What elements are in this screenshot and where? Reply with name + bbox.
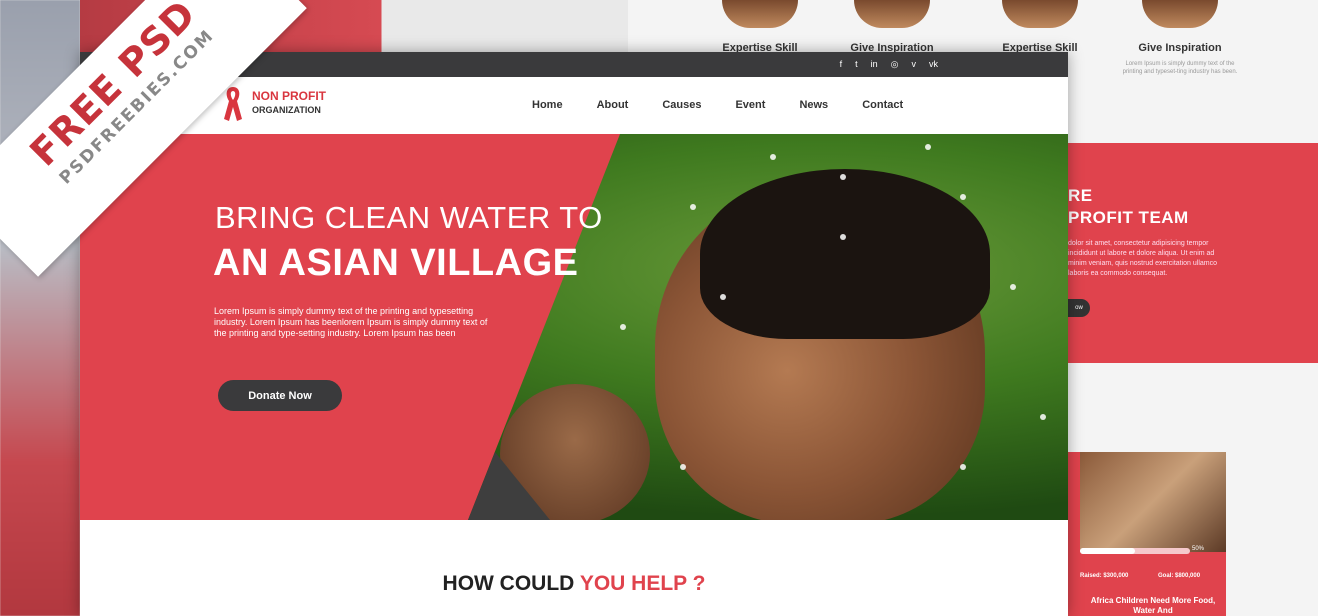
water-drop [840,174,846,180]
cause-photo [1080,452,1226,552]
water-drop [960,464,966,470]
team-section: RE PROFIT TEAM dolor sit amet, consectetu… [1068,143,1318,363]
water-drop [620,324,626,330]
twitter-icon[interactable]: t [855,58,858,70]
team-heading: RE PROFIT TEAM [1068,185,1189,229]
water-drop [680,464,686,470]
cause-raised: Raised: $300,000 [1080,573,1129,579]
facebook-icon[interactable]: f [840,58,843,70]
hero-description: Lorem Ipsum is simply dummy text of the … [214,306,488,338]
skill-item: Give Inspiration Lorem Ipsum is simply d… [1120,0,1240,76]
team-heading-line2: PROFIT TEAM [1068,208,1189,227]
cause-progress-bar [1080,548,1190,554]
skill-title: Give Inspiration [1138,42,1222,54]
help-heading-part1: HOW COULD [442,572,580,595]
skill-item: Expertise Skill [700,0,820,54]
skill-description: Lorem Ipsum is simply dummy text of the … [1122,61,1238,75]
vk-icon[interactable]: vk [929,58,938,70]
main-nav: Home About Causes Event News Contact [532,99,937,111]
vine-icon[interactable]: v [912,58,917,70]
water-drop [690,204,696,210]
water-drop [770,154,776,160]
skill-avatar [1002,0,1078,28]
skill-item: Expertise Skill [980,0,1100,54]
cause-goal: Goal: $800,000 [1158,573,1201,579]
nav-about[interactable]: About [597,99,629,111]
nav-home[interactable]: Home [532,99,563,111]
cause-progress-label: 50% [1192,546,1205,552]
water-drop [960,194,966,200]
hero-photo-hair [700,169,990,339]
nav-news[interactable]: News [799,99,828,111]
water-drop [1010,284,1016,290]
cause-title: Africa Children Need More Food, Water An… [1090,596,1216,615]
website-mockup: f t in ◎ v vk NON PROFIT ORGANIZATION Ho… [80,52,1068,616]
skill-item: Give Inspiration [832,0,952,54]
skill-avatar [1142,0,1218,28]
linkedin-icon[interactable]: in [871,58,878,70]
help-heading-part2: YOU HELP ? [579,572,706,595]
water-drop [720,294,726,300]
ribbon-logo-icon [224,87,242,121]
logo-title: NON PROFIT [252,89,326,103]
social-links: f t in ◎ v vk [840,58,938,70]
water-drop [925,144,931,150]
donate-now-button[interactable]: Donate Now [218,380,342,411]
nav-contact[interactable]: Contact [862,99,903,111]
cause-card: 50% Raised: $300,000 Goal: $800,000 Afri… [1068,452,1226,616]
help-heading: HOW COULD YOU HELP ? [80,572,1068,596]
water-drop [840,234,846,240]
skill-avatar [854,0,930,28]
nav-causes[interactable]: Causes [662,99,701,111]
team-button[interactable]: ow [1068,299,1090,317]
team-heading-line1: RE [1068,186,1093,205]
hero-banner: BRING CLEAN WATER TO AN ASIAN VILLAGE Lo… [80,134,1068,520]
hero-title-line2: AN ASIAN VILLAGE [213,242,579,284]
nav-event[interactable]: Event [735,99,765,111]
team-description: dolor sit amet, consectetur adipisicing … [1068,240,1218,277]
cause-progress-fill [1080,548,1135,554]
logo-subtitle: ORGANIZATION [252,105,321,115]
skill-avatar [722,0,798,28]
hero-title-line1: BRING CLEAN WATER TO [215,200,603,235]
water-drop [1040,414,1046,420]
instagram-icon[interactable]: ◎ [891,58,899,70]
